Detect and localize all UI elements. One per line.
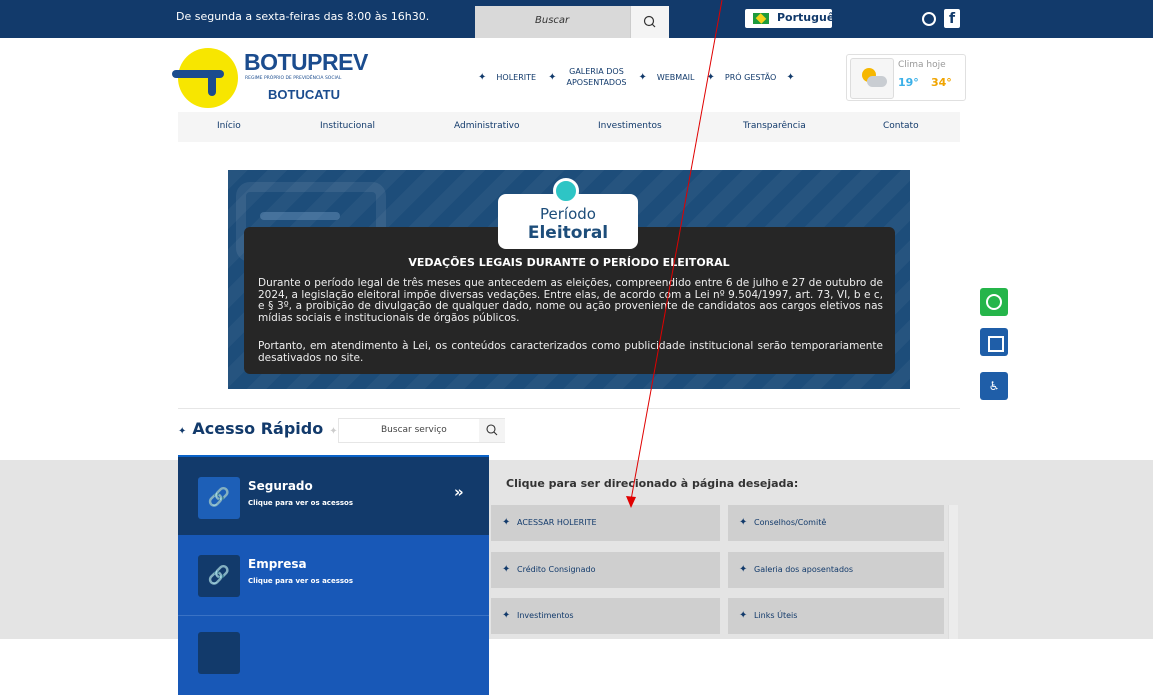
brazil-flag-icon [753, 13, 769, 24]
plus-icon: ✦ [739, 517, 748, 528]
partly-cloudy-icon [850, 58, 894, 99]
main-nav: Início Institucional Administrativo Inve… [178, 112, 960, 142]
facebook-icon[interactable]: f [944, 9, 960, 28]
quicklink-holerite[interactable]: ✦ HOLERITE [478, 72, 536, 83]
election-banner: Período Eleitoral VEDAÇÕES LEGAIS DURANT… [228, 170, 910, 389]
category-title: Empresa [248, 557, 307, 571]
logo-subtitle: REGIME PRÓPRIO DE PREVIDÊNCIA SOCIAL [245, 76, 342, 81]
tile-acessar-holerite[interactable]: ✦ ACESSAR HOLERITE [491, 505, 720, 541]
language-label: Português [777, 11, 841, 24]
banner-heading: VEDAÇÕES LEGAIS DURANTE O PERÍODO ELEITO… [408, 256, 730, 269]
accessibility-icon: ♿ [988, 379, 1000, 393]
office-hours: De segunda a sexta-feiras das 8:00 às 16… [176, 10, 430, 23]
top-search[interactable]: Buscar [475, 6, 669, 38]
plus-icon: ✦ [739, 610, 748, 621]
category-subtitle: Clique para ver os acessos [248, 577, 354, 585]
quicklink-webmail[interactable]: ✦ WEBMAIL [638, 72, 694, 83]
nav-institucional[interactable]: Institucional [320, 121, 375, 131]
plus-icon: ✦ [329, 426, 338, 437]
plus-icon: ✦ [502, 610, 511, 621]
logo-city: BOTUCATU [268, 87, 340, 102]
divider [178, 408, 960, 409]
service-search-button[interactable] [479, 419, 505, 442]
tile-investimentos[interactable]: ✦ Investimentos [491, 598, 720, 634]
language-selector[interactable]: Português [745, 9, 841, 28]
chat-bubble-icon [553, 178, 579, 204]
tiles-scrollbar[interactable] [948, 505, 958, 639]
category-empresa[interactable]: 🔗 Empresa Clique para ver os acessos [178, 535, 489, 615]
banner-title-line1: Período [540, 205, 596, 223]
category-third[interactable] [178, 615, 489, 695]
top-search-input[interactable]: Buscar [535, 15, 569, 26]
search-button[interactable] [630, 6, 669, 38]
quick-access-prompt: Clique para ser direcionado à página des… [506, 477, 799, 490]
tile-credito-consignado[interactable]: ✦ Crédito Consignado [491, 552, 720, 588]
tile-links-uteis[interactable]: ✦ Links Úteis [728, 598, 944, 634]
tile-conselhos[interactable]: ✦ Conselhos/Comitê [728, 505, 944, 541]
banner-paragraph-2: Portanto, em atendimento à Lei, os conte… [258, 340, 883, 364]
category-title: Segurado [248, 479, 313, 493]
qr-code-button[interactable] [980, 328, 1008, 356]
plus-icon: ✦ [706, 71, 715, 83]
banner-paragraph-1: Durante o período legal de três meses qu… [258, 277, 883, 324]
service-search[interactable]: Buscar serviço [338, 418, 505, 443]
nav-investimentos[interactable]: Investimentos [598, 121, 662, 131]
nav-transparencia[interactable]: Transparência [743, 121, 806, 131]
tile-galeria-aposentados[interactable]: ✦ Galeria dos aposentados [728, 552, 944, 588]
plus-icon: ✦ [786, 71, 795, 83]
nav-contato[interactable]: Contato [883, 121, 919, 131]
weather-max: 34° [931, 76, 952, 89]
category-segurado[interactable]: 🔗 Segurado Clique para ver os acessos » [178, 455, 489, 535]
search-icon [486, 424, 498, 436]
plus-icon: ✦ [548, 71, 557, 83]
link-icon [198, 632, 240, 674]
quick-links: ✦ HOLERITE ✦ GALERIA DOS APOSENTADOS ✦ WEBMA… [478, 62, 807, 92]
accessibility-button[interactable]: ♿ [980, 372, 1008, 400]
banner-title-line2: Eleitoral [527, 223, 609, 243]
plus-icon: ✦ [478, 71, 487, 83]
plus-icon: ✦ [502, 517, 511, 528]
plus-icon: ✦ [178, 426, 187, 437]
nav-inicio[interactable]: Início [217, 121, 241, 131]
link-icon: 🔗 [198, 477, 240, 519]
quicklink-pro-gestao[interactable]: ✦ PRÓ GESTÃO ✦ [707, 72, 795, 83]
quicklink-galeria[interactable]: ✦ GALERIA DOS APOSENTADOS [548, 66, 626, 88]
acesso-rapido-title: ✦ Acesso Rápido ✦ [178, 419, 338, 438]
weather-min: 19° [898, 76, 919, 89]
plus-icon: ✦ [739, 564, 748, 575]
logo-title[interactable]: BOTUPREV [244, 49, 368, 76]
category-subtitle: Clique para ver os acessos [248, 499, 354, 507]
top-bar: De segunda a sexta-feiras das 8:00 às 16… [0, 0, 1153, 38]
link-icon: 🔗 [198, 555, 240, 597]
search-icon [643, 15, 656, 28]
chevron-double-right-icon: » [454, 483, 464, 501]
nav-administrativo[interactable]: Administrativo [454, 121, 519, 131]
service-search-input[interactable]: Buscar serviço [381, 425, 447, 435]
plus-icon: ✦ [638, 71, 647, 83]
whatsapp-float-button[interactable] [980, 288, 1008, 316]
plus-icon: ✦ [502, 564, 511, 575]
logo-icon[interactable] [172, 48, 238, 108]
weather-label: Clima hoje [898, 60, 946, 70]
weather-widget: Clima hoje 19° 34° [846, 54, 966, 101]
whatsapp-icon[interactable] [922, 12, 936, 26]
